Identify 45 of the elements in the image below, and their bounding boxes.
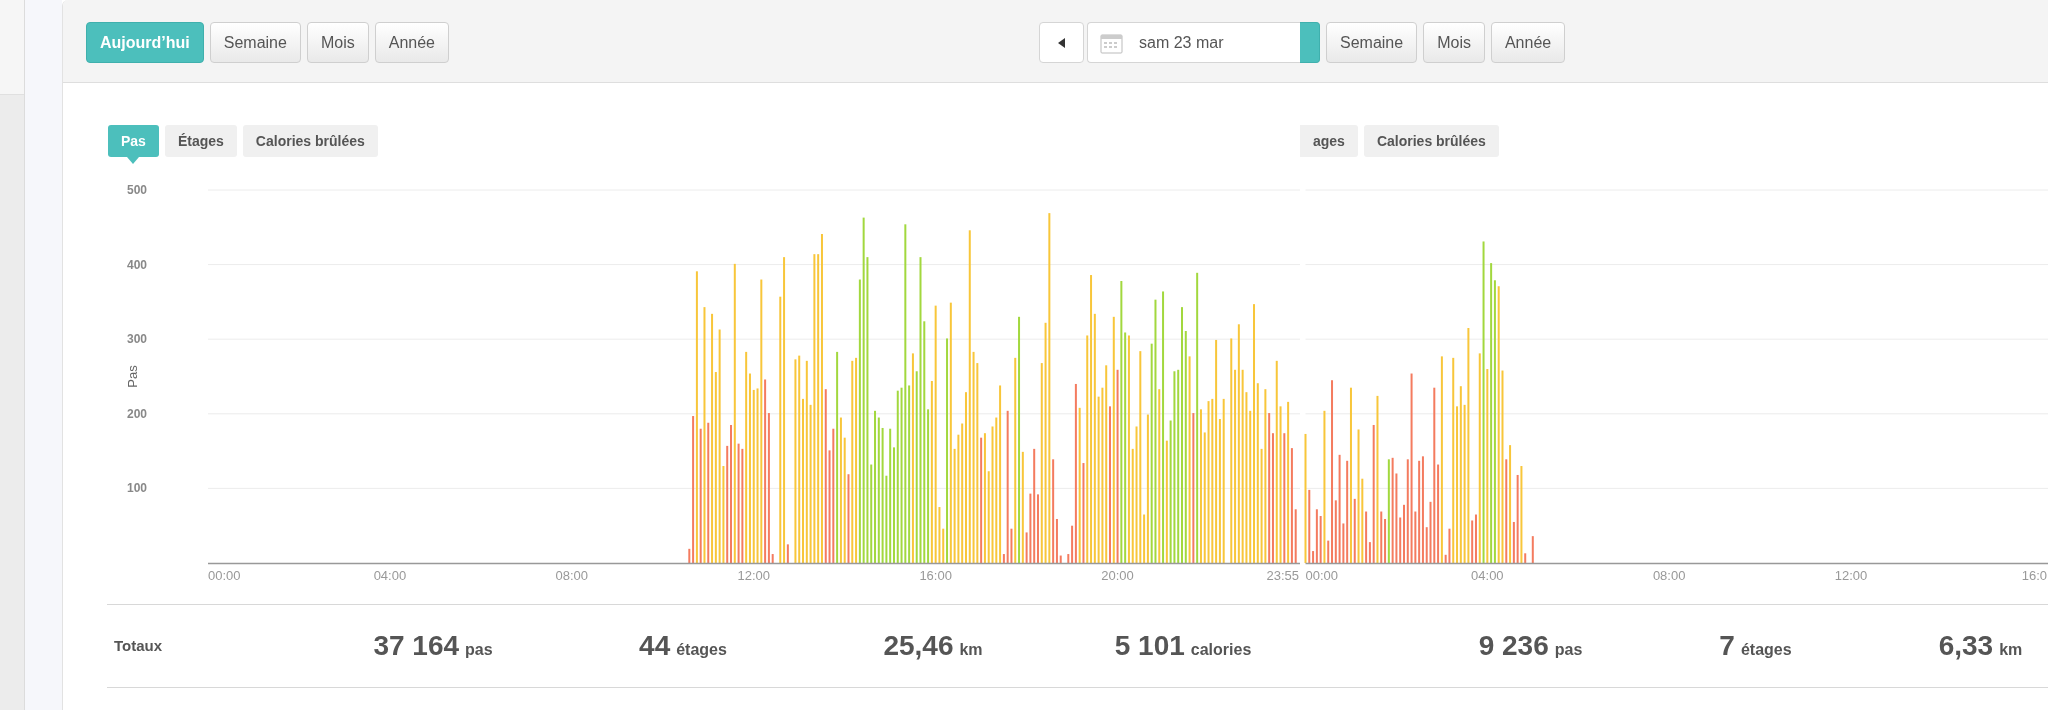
period-button[interactable]: Année [1490,22,1566,63]
period-button[interactable]: Semaine [1326,22,1418,63]
date-field[interactable]: sam 23 mar [1087,22,1300,63]
total-unit: pas [465,640,493,660]
total-value: 44 [639,629,671,663]
y-axis-label: Pas [125,365,140,388]
total-value: 25,46 [883,629,954,663]
period-button[interactable]: Mois [1423,22,1485,63]
y-tick-label: 500 [126,183,147,197]
x-tick-label: 00:00 [208,568,241,583]
x-tick-label: 12:00 [737,568,770,583]
total-value: 5 101 [1114,629,1185,663]
metric-tab[interactable]: ages [1300,125,1358,157]
x-tick-label: 08:00 [555,568,589,583]
metric-tab[interactable]: Calories brûlées [242,125,378,157]
total-unit: calories [1190,640,1252,660]
x-tick-label: 12:00 [1834,568,1868,583]
x-tick-label: 04:00 [373,568,407,583]
y-tick-label: 200 [126,406,147,421]
period-button[interactable]: Mois [306,22,369,63]
y-tick-label: 300 [126,332,147,347]
x-tick-label: 23:55 [1266,568,1299,583]
metric-tab[interactable]: Étages [164,125,237,157]
y-tick-label: 100 [126,481,147,496]
totals-label: Totaux [114,635,164,656]
period-button[interactable]: Semaine [209,22,301,63]
total-value: 9 236 [1478,629,1549,663]
x-tick-label: 20:00 [1101,568,1134,583]
total-unit: étages [1740,640,1792,660]
y-tick-label: 400 [126,257,147,272]
metric-tab[interactable]: Calories brûlées [1363,125,1499,157]
x-tick-label: 08:00 [1652,568,1686,583]
total-value: 7 [1719,629,1735,663]
total-unit: pas [1554,640,1583,660]
total-value: 37 164 [373,629,460,663]
total-unit: km [1999,640,2023,660]
x-tick-label: 16:00 [919,568,952,583]
x-tick-label: 16:0 [2021,568,2047,583]
date-text: sam 23 mar [1139,32,1224,53]
total-unit: étages [676,640,727,660]
period-button[interactable]: Année [374,22,449,63]
x-tick-label: 00:00 [1305,568,1339,583]
x-tick-label: 04:00 [1471,568,1504,583]
total-value: 6,33 [1938,629,1994,663]
total-unit: km [959,640,983,660]
